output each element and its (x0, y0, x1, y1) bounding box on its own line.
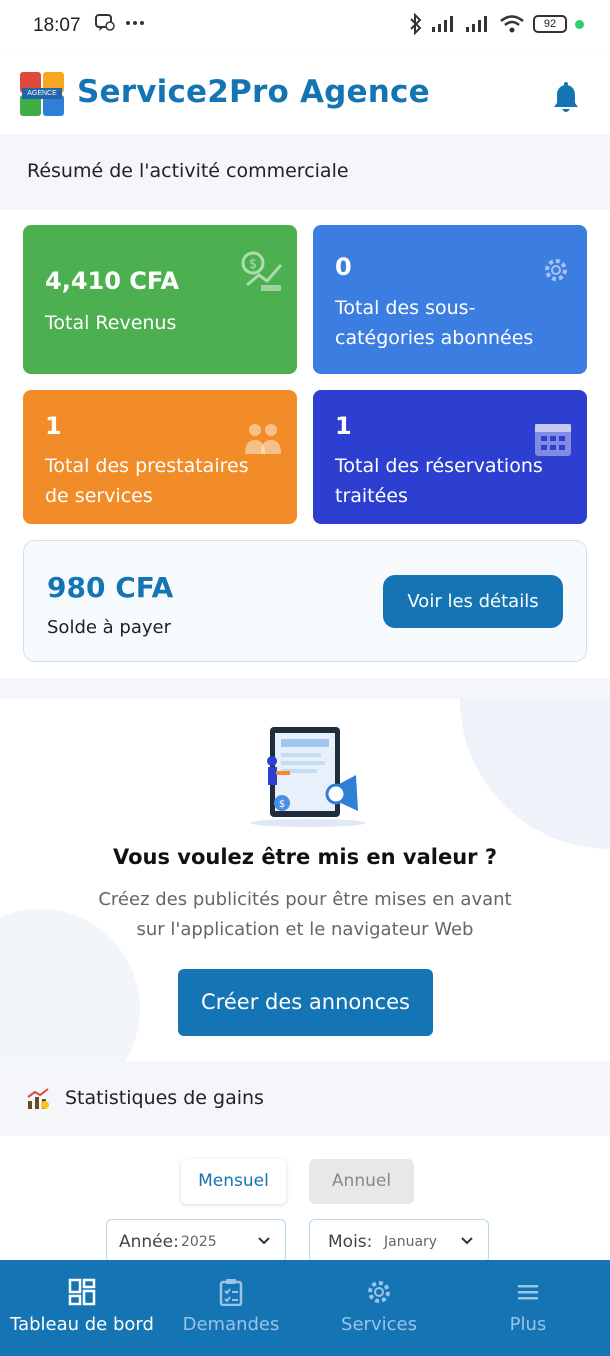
signal-icon-2 (466, 16, 487, 32)
chevron-down-icon (258, 1237, 270, 1245)
revenue-card[interactable]: 4,410 CFA Total Revenus $ (23, 225, 297, 374)
dashboard-icon (68, 1278, 96, 1306)
year-select-label: Année: (119, 1232, 179, 1252)
year-select[interactable]: Année: 2025 (106, 1219, 286, 1263)
nav-more[interactable]: Plus (460, 1260, 596, 1356)
decor-blob (460, 699, 610, 849)
svg-text:$: $ (279, 799, 285, 810)
month-select-label: Mois: (328, 1232, 373, 1252)
revenue-value: 4,410 CFA (45, 267, 180, 295)
balance-panel: 980 CFA Solde à payer Voir les détails (23, 540, 587, 662)
status-left-icons (95, 14, 145, 32)
tab-yearly[interactable]: Annuel (309, 1159, 414, 1204)
providers-value: 1 (45, 412, 62, 440)
subcategories-label-2: catégories abonnées (335, 327, 534, 349)
app-title: Service2Pro Agence (77, 74, 430, 110)
advertising-illustration: $ (250, 727, 366, 827)
subcategories-card[interactable]: 0 Total des sous- catégories abonnées (313, 225, 587, 374)
svg-text:$: $ (249, 257, 257, 272)
nav-services-label: Services (341, 1314, 417, 1335)
promo-title: Vous voulez être mis en valeur ? (112, 845, 498, 869)
promo-section: $ Vous voulez être mis en valeur ? Créez… (0, 699, 610, 1061)
status-time: 18:07 (33, 15, 81, 36)
reservations-label-2: traitées (335, 485, 408, 507)
subcategories-label-1: Total des sous- (335, 297, 476, 319)
balance-label: Solde à payer (47, 617, 171, 638)
chat-notification-icon (95, 14, 115, 31)
create-ads-button[interactable]: Créer des annonces (178, 969, 433, 1036)
status-right-icons: 92 (409, 13, 584, 35)
earnings-chart-icon (27, 1088, 49, 1109)
chevron-down-icon (461, 1237, 473, 1245)
summary-cards: 4,410 CFA Total Revenus $ 0 Total des so… (0, 210, 610, 678)
status-bar: 18:07 92 (0, 0, 610, 54)
privacy-dot (575, 19, 584, 29)
nav-more-label: Plus (509, 1314, 547, 1335)
menu-icon (518, 1285, 538, 1300)
signal-icon (432, 16, 453, 32)
month-select-value: January (384, 1234, 438, 1250)
reservations-card[interactable]: 1 Total des réservations traitées (313, 390, 587, 524)
subcategories-value: 0 (335, 253, 352, 281)
promo-desc-line-1: Créez des publicités pour être mises en … (98, 889, 512, 910)
stats-body: Mensuel Annuel Année: 2025 Mois: January (0, 1136, 610, 1263)
view-details-button[interactable]: Voir les détails (383, 575, 563, 628)
stats-header: Statistiques de gains (0, 1061, 610, 1136)
revenue-chart-icon: $ (241, 251, 283, 291)
stats-title: Statistiques de gains (65, 1087, 264, 1109)
more-dots-icon (126, 21, 144, 25)
nav-services[interactable]: Services (298, 1260, 460, 1356)
promo-desc-line-2: sur l'application et le navigateur Web (136, 919, 474, 940)
promo-description: Créez des publicités pour être mises en … (60, 885, 550, 945)
tab-monthly[interactable]: Mensuel (181, 1159, 286, 1204)
providers-card[interactable]: 1 Total des prestataires de services (23, 390, 297, 524)
app-header: AGENCE Service2Pro Agence (0, 54, 610, 134)
bluetooth-icon (410, 13, 422, 35)
wifi-icon (500, 15, 524, 33)
bottom-navigation: Tableau de bord Demandes Services Plus (0, 1260, 610, 1356)
year-select-value: 2025 (181, 1234, 217, 1250)
summary-header: Résumé de l'activité commerciale (0, 134, 610, 210)
month-select[interactable]: Mois: January (309, 1219, 489, 1263)
summary-title: Résumé de l'activité commerciale (27, 160, 349, 182)
logo-badge: AGENCE (22, 88, 62, 99)
nav-requests[interactable]: Demandes (164, 1260, 298, 1356)
notification-bell-icon[interactable] (552, 82, 580, 116)
reservations-value: 1 (335, 412, 352, 440)
battery-indicator: 92 (533, 15, 567, 33)
clipboard-icon (219, 1279, 243, 1306)
providers-label-2: de services (45, 485, 153, 507)
people-icon (245, 424, 281, 454)
revenue-label: Total Revenus (45, 312, 177, 334)
reservations-label-1: Total des réservations (335, 455, 543, 477)
calendar-icon (535, 424, 571, 456)
balance-amount: 980 CFA (47, 571, 174, 604)
gear-icon (545, 259, 567, 281)
providers-label-1: Total des prestataires (45, 455, 249, 477)
nav-requests-label: Demandes (182, 1314, 280, 1335)
nav-dashboard-label: Tableau de bord (10, 1314, 154, 1335)
nav-dashboard[interactable]: Tableau de bord (0, 1260, 164, 1356)
gear-icon (368, 1281, 390, 1303)
